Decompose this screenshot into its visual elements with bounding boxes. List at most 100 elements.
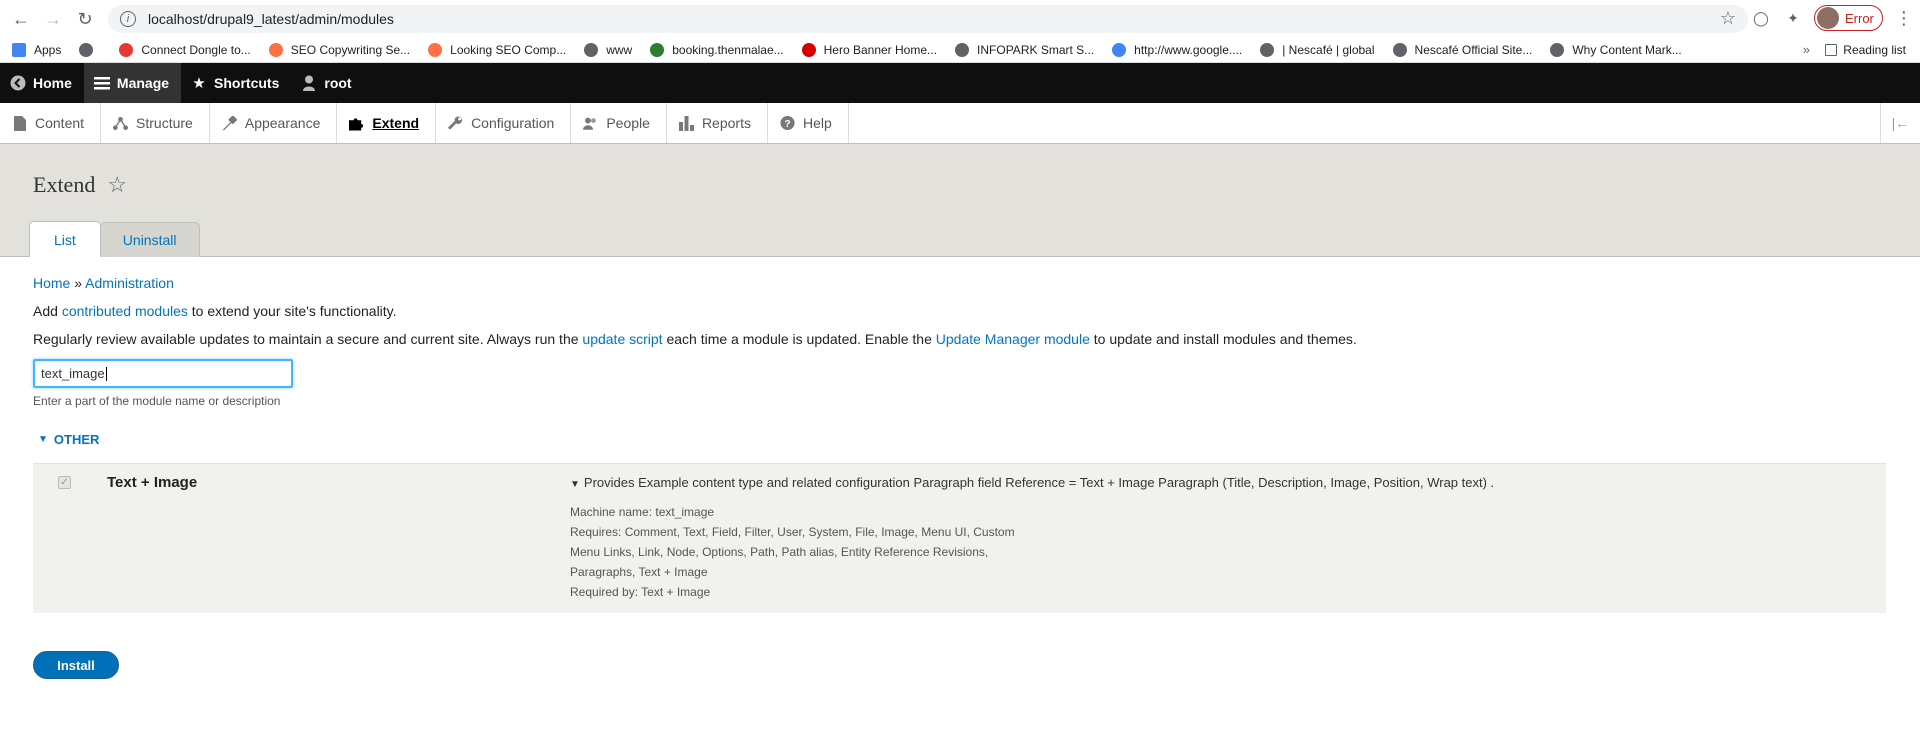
requires-line-1: Requires: Comment, Text, Field, Filter, … (570, 525, 1015, 539)
toolbar-shortcuts[interactable]: ★ Shortcuts (181, 63, 291, 103)
tray-structure[interactable]: Structure (101, 103, 210, 143)
bookmark-item[interactable]: Why Content Mark... (1550, 43, 1682, 57)
bookmark-label: Connect Dongle to... (141, 43, 251, 57)
page-title: Extend ☆ (33, 172, 127, 198)
reading-list-icon (1825, 44, 1838, 56)
paint-icon (222, 115, 237, 131)
contributed-modules-link[interactable]: contributed modules (62, 303, 188, 319)
file-icon (12, 115, 27, 131)
help-icon: ? (780, 115, 795, 131)
bookmark-item[interactable]: Apps (12, 43, 61, 57)
bookmark-label: http://www.google.... (1134, 43, 1243, 57)
bookmark-item[interactable] (79, 43, 101, 57)
toolbar-shortcuts-label: Shortcuts (214, 75, 280, 91)
module-checkbox[interactable]: ✓ (58, 476, 71, 489)
breadcrumb-separator: » (74, 275, 83, 291)
bookmarks-overflow-icon[interactable]: » (1803, 42, 1810, 57)
bookmark-item[interactable]: Connect Dongle to... (119, 43, 251, 57)
tray-extend[interactable]: Extend (337, 103, 437, 143)
module-filter-input[interactable]: text_image (33, 359, 293, 388)
bookmark-label: SEO Copywriting Se... (290, 43, 411, 57)
bookmark-item[interactable]: SEO Copywriting Se... (268, 43, 411, 57)
bookmark-item[interactable]: Hero Banner Home... (801, 43, 937, 57)
shortcut-star-icon[interactable]: ☆ (107, 172, 127, 198)
breadcrumb-home[interactable]: Home (33, 275, 70, 291)
bookmark-label: booking.thenmalae... (672, 43, 784, 57)
bookmark-item[interactable]: | Nescafé | global (1260, 43, 1375, 57)
bookmark-item[interactable]: INFOPARK Smart S... (955, 43, 1094, 57)
admin-tray: Content Structure Appearance Extend Conf… (0, 103, 1920, 144)
camera-icon[interactable]: ◯ (1750, 7, 1772, 29)
primary-tabs: List Uninstall (29, 221, 200, 257)
address-bar[interactable]: i localhost/drupal9_latest/admin/modules… (108, 5, 1748, 33)
group-toggle-other[interactable]: ▼ OTHER (38, 432, 1887, 447)
browser-toolbar: ← → ↻ i localhost/drupal9_latest/admin/m… (0, 0, 1920, 38)
tray-extend-label: Extend (372, 115, 420, 131)
intro-pre: Add (33, 303, 62, 319)
toolbar-user-label: root (324, 75, 352, 91)
toolbar-manage-label: Manage (116, 75, 170, 91)
tray-appearance[interactable]: Appearance (210, 103, 338, 143)
update-script-link[interactable]: update script (582, 331, 662, 347)
module-row: ✓ Text + Image ▼ Provides Example content… (33, 463, 1886, 613)
bookmark-item[interactable]: http://www.google.... (1112, 43, 1242, 57)
extensions-icon[interactable]: ✦ (1782, 7, 1804, 29)
bookmark-label: | Nescafé | global (1282, 43, 1375, 57)
bookmark-favicon-icon (1112, 43, 1127, 57)
bookmark-item[interactable]: Nescafé Official Site... (1392, 43, 1533, 57)
bookmark-favicon-icon (119, 43, 134, 57)
error-label: Error (1845, 10, 1874, 26)
star-icon: ★ (192, 75, 206, 92)
tray-configuration[interactable]: Configuration (436, 103, 572, 143)
tray-people[interactable]: People (571, 103, 667, 143)
tab-uninstall[interactable]: Uninstall (99, 222, 200, 257)
user-icon (301, 75, 317, 91)
structure-icon (113, 116, 129, 131)
bookmark-star-icon[interactable]: ☆ (1720, 8, 1736, 29)
bookmark-favicon-icon (1550, 43, 1565, 57)
avatar (1817, 7, 1839, 29)
bar-chart-icon (678, 115, 694, 131)
site-info-icon[interactable]: i (120, 11, 136, 27)
bookmark-item[interactable]: www (584, 43, 632, 57)
bookmark-favicon-icon (1260, 43, 1275, 57)
bookmark-favicon-icon (584, 43, 599, 57)
back-icon[interactable]: ← (6, 4, 36, 34)
review-pre: Regularly review available updates to ma… (33, 331, 583, 347)
module-description-toggle[interactable]: ▼ Provides Example content type and relat… (570, 475, 1494, 490)
bookmark-favicon-icon (428, 43, 443, 57)
admin-toolbar: Home Manage ★ Shortcuts root (0, 63, 1920, 103)
review-post: to update and install modules and themes… (1089, 331, 1357, 347)
update-manager-link[interactable]: Update Manager module (936, 331, 1090, 347)
tray-content-label: Content (35, 115, 85, 131)
bookmark-favicon-icon (801, 43, 816, 57)
tray-orientation-toggle[interactable]: |← (1880, 103, 1920, 143)
group-title-label: OTHER (53, 432, 100, 447)
profile-error-button[interactable]: Error (1814, 5, 1883, 31)
bookmark-favicon-icon (268, 43, 283, 57)
bookmarks-bar: Apps Connect Dongle to... SEO Copywriting … (0, 38, 1920, 63)
people-icon (583, 116, 598, 131)
module-name[interactable]: Text + Image (107, 474, 197, 491)
bookmark-label: Looking SEO Comp... (450, 43, 567, 57)
puzzle-icon (349, 116, 364, 131)
kebab-menu-icon[interactable]: ⋮ (1893, 7, 1915, 29)
bookmark-item[interactable]: Looking SEO Comp... (428, 43, 566, 57)
tray-content[interactable]: Content (0, 103, 102, 143)
toolbar-user[interactable]: root (291, 63, 363, 103)
forward-icon[interactable]: → (38, 4, 68, 34)
bookmark-label: Nescafé Official Site... (1414, 43, 1533, 57)
tab-list[interactable]: List (29, 221, 101, 257)
breadcrumb-administration[interactable]: Administration (85, 275, 174, 291)
tray-help[interactable]: ? Help (768, 103, 849, 143)
reload-icon[interactable]: ↻ (70, 4, 100, 34)
toolbar-home[interactable]: Home (0, 63, 84, 103)
text-caret (105, 366, 107, 381)
install-button[interactable]: Install (33, 651, 119, 679)
bookmark-item[interactable]: booking.thenmalae... (650, 43, 784, 57)
tray-reports[interactable]: Reports (667, 103, 768, 143)
toolbar-manage[interactable]: Manage (83, 63, 182, 103)
toolbar-home-label: Home (33, 75, 72, 91)
required-by: Required by: Text + Image (570, 585, 711, 599)
reading-list-button[interactable]: Reading list (1825, 43, 1906, 57)
